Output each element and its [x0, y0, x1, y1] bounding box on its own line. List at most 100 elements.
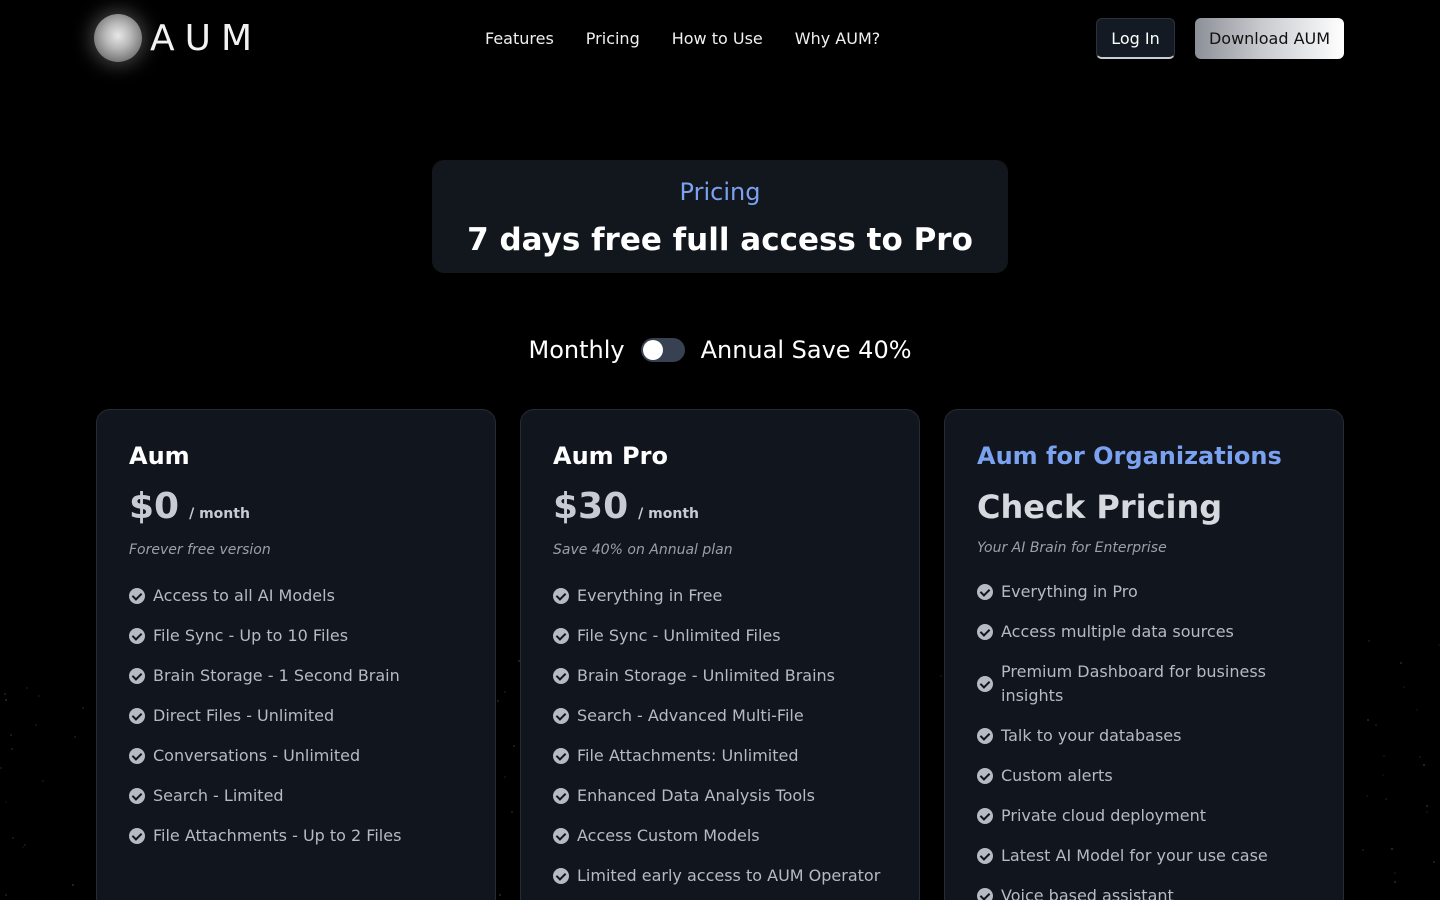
check-circle-icon [553, 788, 569, 804]
price-row: $30 / month [553, 486, 887, 528]
annual-label: Annual Save 40% [700, 336, 912, 364]
feature-item: Brain Storage - Unlimited Brains [553, 664, 887, 688]
nav-item-features[interactable]: Features [485, 28, 554, 50]
feature-item: File Sync - Unlimited Files [553, 624, 887, 648]
check-circle-icon [553, 668, 569, 684]
check-circle-icon [977, 848, 993, 864]
plan-price: $30 [553, 486, 629, 527]
feature-item: Search - Advanced Multi-File [553, 704, 887, 728]
brand-logo[interactable]: AUM [94, 14, 262, 62]
particle-dot [1367, 640, 1370, 643]
check-circle-icon [553, 748, 569, 764]
plan-card-pro: Aum Pro $30 / month Save 40% on Annual p… [520, 409, 920, 900]
plan-name: Aum [129, 442, 190, 470]
feature-label: Voice based assistant [1001, 886, 1174, 900]
download-button[interactable]: Download AUM [1195, 18, 1344, 59]
particle-dot [74, 735, 77, 738]
check-circle-icon [553, 708, 569, 724]
check-circle-icon [129, 668, 145, 684]
check-circle-icon [977, 676, 993, 692]
feature-label: Latest AI Model for your use case [1001, 846, 1268, 865]
check-circle-icon [129, 788, 145, 804]
feature-label: Custom alerts [1001, 766, 1113, 785]
feature-item: Access multiple data sources [977, 620, 1311, 644]
feature-label: Everything in Pro [1001, 582, 1138, 601]
feature-label: Talk to your databases [1001, 726, 1182, 745]
particle-dot [4, 699, 7, 702]
check-circle-icon [977, 768, 993, 784]
feature-item: Voice based assistant [977, 884, 1311, 900]
feature-label: File Attachments: Unlimited [577, 746, 799, 765]
nav-item-how-to-use[interactable]: How to Use [672, 28, 763, 50]
feature-label: Enhanced Data Analysis Tools [577, 786, 815, 805]
page-title: 7 days free full access to Pro [467, 222, 973, 258]
check-circle-icon [977, 728, 993, 744]
check-circle-icon [553, 628, 569, 644]
particle-dot [1381, 773, 1384, 776]
nav-item-pricing[interactable]: Pricing [586, 28, 640, 50]
check-circle-icon [553, 588, 569, 604]
login-button[interactable]: Log In [1096, 18, 1175, 59]
particle-dot [510, 811, 513, 814]
particle-dot [1403, 686, 1406, 689]
particle-dot [1426, 811, 1429, 814]
plan-card-organizations: Aum for Organizations Check Pricing Your… [944, 409, 1344, 900]
check-circle-icon [553, 868, 569, 884]
particle-dot [1384, 798, 1387, 801]
feature-item: Access Custom Models [553, 824, 887, 848]
feature-item: Everything in Free [553, 584, 887, 608]
brand-name: AUM [150, 17, 263, 59]
plan-card-free: Aum $0 / month Forever free version Acce… [96, 409, 496, 900]
check-circle-icon [129, 628, 145, 644]
particle-dot [503, 775, 506, 778]
plan-subtitle: Forever free version [129, 542, 271, 558]
feature-item: File Sync - Up to 10 Files [129, 624, 463, 648]
feature-label: Access to all AI Models [153, 586, 335, 605]
feature-label: File Sync - Unlimited Files [577, 626, 781, 645]
particle-dot [12, 836, 15, 839]
feature-item: Premium Dashboard for business insights [977, 660, 1311, 708]
particle-dot [10, 733, 13, 736]
logo-orb-icon [94, 14, 142, 62]
particle-dot [1400, 661, 1403, 664]
particle-dot [38, 695, 41, 698]
feature-item: Direct Files - Unlimited [129, 704, 463, 728]
feature-item: Limited early access to AUM Operator [553, 864, 887, 888]
particle-dot [1394, 880, 1397, 883]
feature-item: Private cloud deployment [977, 804, 1311, 828]
particle-dot [940, 675, 943, 678]
feature-label: Direct Files - Unlimited [153, 706, 335, 725]
particle-dot [1383, 754, 1386, 757]
site-header: AUM Features Pricing How to Use Why AUM?… [0, 0, 1440, 78]
particle-dot [0, 766, 3, 769]
feature-item: File Attachments - Up to 2 Files [129, 824, 463, 848]
particle-dot [1425, 805, 1428, 808]
hero-eyebrow: Pricing [679, 178, 761, 206]
plan-name: Aum for Organizations [977, 442, 1282, 470]
particle-dot [21, 845, 24, 848]
plan-name: Aum Pro [553, 442, 668, 470]
feature-item: Talk to your databases [977, 724, 1311, 748]
particle-dot [81, 706, 84, 709]
particle-dot [34, 724, 37, 727]
pricing-hero: Pricing 7 days free full access to Pro [432, 160, 1008, 273]
particle-dot [72, 884, 75, 887]
particle-dot [1416, 708, 1419, 711]
particle-dot [5, 801, 8, 804]
billing-period-toggle[interactable] [640, 338, 685, 362]
feature-item: Search - Limited [129, 784, 463, 808]
feature-list: Everything in Pro Access multiple data s… [977, 580, 1311, 900]
feature-item: File Attachments: Unlimited [553, 744, 887, 768]
feature-label: Search - Advanced Multi-File [577, 706, 804, 725]
price-period: / month [638, 506, 699, 522]
particle-dot [1432, 860, 1435, 863]
feature-item: Latest AI Model for your use case [977, 844, 1311, 868]
check-circle-icon [977, 624, 993, 640]
particle-dot [1394, 872, 1397, 875]
check-circle-icon [977, 808, 993, 824]
check-circle-icon [129, 708, 145, 724]
nav-item-why-aum[interactable]: Why AUM? [795, 28, 880, 50]
price-period: / month [189, 506, 250, 522]
particle-dot [1366, 718, 1369, 721]
feature-item: Brain Storage - 1 Second Brain [129, 664, 463, 688]
